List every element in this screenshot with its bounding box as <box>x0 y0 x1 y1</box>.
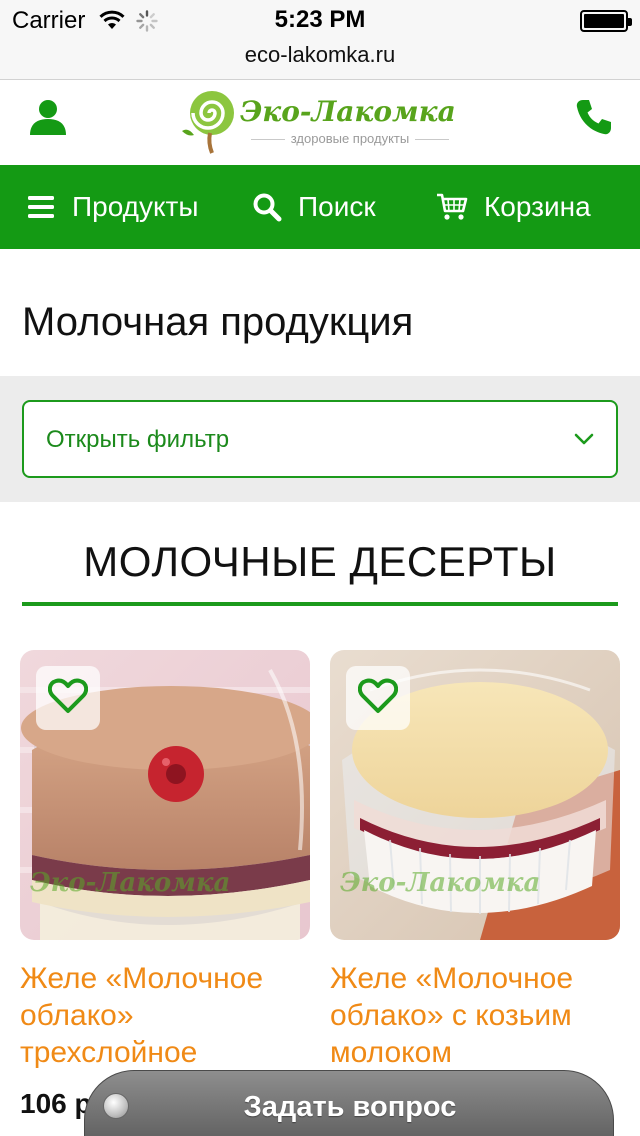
section-divider <box>22 602 618 606</box>
user-icon[interactable] <box>28 97 68 142</box>
product-image[interactable]: Эко-Лакомка <box>20 650 310 940</box>
watermark: Эко-Лакомка <box>30 868 231 898</box>
nav-search[interactable]: Поиск <box>252 165 376 249</box>
product-card[interactable]: Эко-Лакомка Желе «Молочное облако» с коз… <box>330 650 620 1119</box>
battery-icon <box>580 10 632 32</box>
search-icon <box>252 192 282 222</box>
watermark: Эко-Лакомка <box>340 868 541 898</box>
main-nav: Продукты Поиск Корзина <box>0 165 640 249</box>
url-text: eco-lakomka.ru <box>244 42 396 67</box>
nav-products[interactable]: Продукты <box>28 165 199 249</box>
chevron-down-icon <box>574 432 594 451</box>
page-title: Молочная продукция <box>22 300 414 344</box>
logo-spiral-icon <box>180 87 240 160</box>
logo-name: Эко-Лакомка <box>240 95 456 128</box>
nav-search-label: Поиск <box>298 191 376 222</box>
status-time: 5:23 PM <box>274 6 366 33</box>
product-title[interactable]: Желе «Молочное облако» с козьим молоком <box>330 960 620 1071</box>
ask-question-button[interactable]: Задать вопрос <box>84 1070 614 1136</box>
menu-icon <box>28 195 56 219</box>
status-bar: Carrier 5:23 PM <box>0 0 640 40</box>
filter-label: Открыть фильтр <box>46 426 230 453</box>
open-filter-button[interactable]: Открыть фильтр <box>22 400 618 478</box>
address-bar[interactable]: eco-lakomka.ru <box>0 40 640 80</box>
product-card[interactable]: Эко-Лакомка Желе «Молочное облако» трехс… <box>20 650 310 1119</box>
product-price: 106 р <box>20 1088 92 1119</box>
site-logo[interactable]: Эко-Лакомка здоровые продукты <box>178 85 468 161</box>
nav-cart-label: Корзина <box>484 191 591 222</box>
heart-icon <box>357 678 399 719</box>
section-heading: МОЛОЧНЫЕ ДЕСЕРТЫ <box>83 538 557 585</box>
phone-icon[interactable] <box>574 97 614 142</box>
logo-tagline: здоровые продукты <box>240 131 460 146</box>
site-header: Эко-Лакомка здоровые продукты <box>0 81 640 165</box>
product-title[interactable]: Желе «Молочное облако» трехслойное <box>20 960 310 1071</box>
ask-question-label: Задать вопрос <box>243 1091 457 1123</box>
product-image[interactable]: Эко-Лакомка <box>330 650 620 940</box>
cart-icon <box>436 192 468 222</box>
filter-area: Открыть фильтр <box>0 376 640 502</box>
heart-icon <box>47 678 89 719</box>
favorite-button[interactable] <box>346 666 410 730</box>
nav-cart[interactable]: Корзина <box>436 165 591 249</box>
nav-products-label: Продукты <box>72 191 199 222</box>
favorite-button[interactable] <box>36 666 100 730</box>
